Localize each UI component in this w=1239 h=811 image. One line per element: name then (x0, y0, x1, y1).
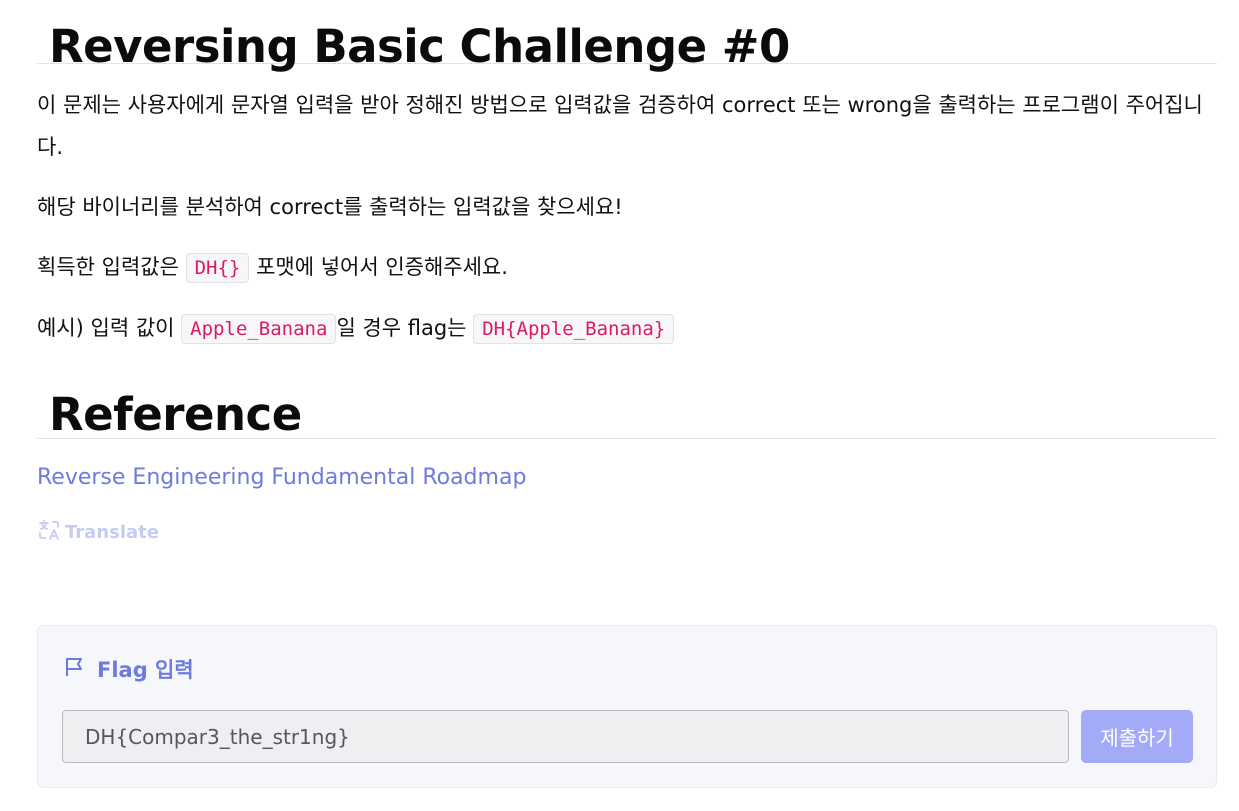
challenge-hint: 해당 바이너리를 분석하여 correct를 출력하는 입력값을 찾으세요! (37, 195, 623, 219)
reference-heading: Reference (49, 388, 302, 441)
format-code: DH{} (185, 253, 250, 283)
format-suffix: 포맷에 넣어서 인증해주세요. (256, 255, 508, 279)
example-prefix: 예시) 입력 값이 (37, 316, 175, 340)
example-input-code: Apple_Banana (181, 314, 337, 344)
flag-submit-card: Flag 입력 제출하기 (37, 625, 1217, 788)
flag-header-label: Flag 입력 (97, 658, 194, 682)
translate-icon (37, 518, 61, 547)
reference-link[interactable]: Reverse Engineering Fundamental Roadmap (37, 463, 526, 493)
example-text: 예시) 입력 값이 Apple_Banana 일 경우 flag는 DH{Appl… (37, 307, 1217, 350)
flag-icon (63, 656, 85, 683)
challenge-description: 이 문제는 사용자에게 문자열 입력을 받아 정해진 방법으로 입력값을 검증하… (37, 93, 1203, 159)
flag-input[interactable] (62, 710, 1069, 763)
translate-button[interactable]: Translate (37, 519, 1217, 545)
reference-divider (37, 438, 1217, 439)
page-title: Reversing Basic Challenge #0 (49, 20, 790, 73)
format-prefix: 획득한 입력값은 (37, 255, 179, 279)
flag-format-text: 획득한 입력값은 DH{} 포맷에 넣어서 인증해주세요. (37, 246, 1217, 289)
translate-label: Translate (65, 521, 159, 543)
example-flag-code: DH{Apple_Banana} (473, 314, 675, 344)
flag-header: Flag 입력 (63, 654, 194, 684)
submit-button[interactable]: 제출하기 (1081, 710, 1193, 763)
example-middle: 일 경우 flag는 (336, 316, 467, 340)
